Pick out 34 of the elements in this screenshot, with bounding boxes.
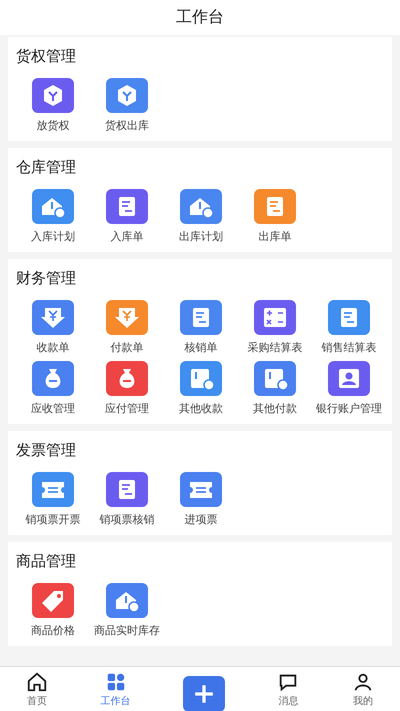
shortcut-item[interactable]: 付款单	[90, 300, 164, 355]
section-title: 仓库管理	[16, 158, 77, 177]
home-icon	[26, 670, 48, 692]
section-title: 商品管理	[16, 552, 77, 571]
shortcut-item[interactable]: 出库计划	[164, 189, 238, 244]
shortcut-item[interactable]: 放货权	[16, 78, 90, 133]
shortcut-item[interactable]: 入库单	[90, 189, 164, 244]
shortcut-item[interactable]: 入库计划	[16, 189, 90, 244]
tab[interactable]: 工作台	[100, 670, 131, 708]
shortcut-item[interactable]: 收款单	[16, 300, 90, 355]
shortcut-item[interactable]: 销项票核销	[90, 472, 164, 527]
shortcut-item[interactable]: 应收管理	[16, 361, 90, 416]
tab[interactable]: 消息	[277, 670, 300, 708]
shortcut-item[interactable]: 销项票开票	[16, 472, 90, 527]
shortcut-item[interactable]: 核销单	[164, 300, 238, 355]
section-title: 货权管理	[16, 47, 77, 66]
add-button[interactable]	[182, 676, 225, 711]
shortcut-item[interactable]: 采购结算表	[238, 300, 312, 355]
tab[interactable]: 首页	[26, 670, 48, 708]
plus-icon	[192, 683, 215, 705]
section-title: 财务管理	[16, 269, 77, 288]
shortcut-item[interactable]: 销售结算表	[312, 300, 386, 355]
shortcut-item[interactable]: 其他收款	[164, 361, 238, 416]
page-title: 工作台	[176, 7, 224, 28]
shortcut-item[interactable]: 货权出库	[90, 78, 164, 133]
tab[interactable]: 我的	[352, 670, 374, 708]
shortcut-item[interactable]: 进项票	[164, 472, 238, 527]
shortcut-item[interactable]: 其他付款	[238, 361, 312, 416]
shortcut-item[interactable]: 商品价格	[16, 583, 90, 638]
section-title: 发票管理	[16, 441, 77, 460]
shortcut-item[interactable]: 出库单	[238, 189, 312, 244]
shortcut-item[interactable]: 应付管理	[90, 361, 164, 416]
shortcut-item[interactable]: 银行账户管理	[312, 361, 386, 416]
shortcut-item[interactable]: 商品实时库存	[90, 583, 164, 638]
